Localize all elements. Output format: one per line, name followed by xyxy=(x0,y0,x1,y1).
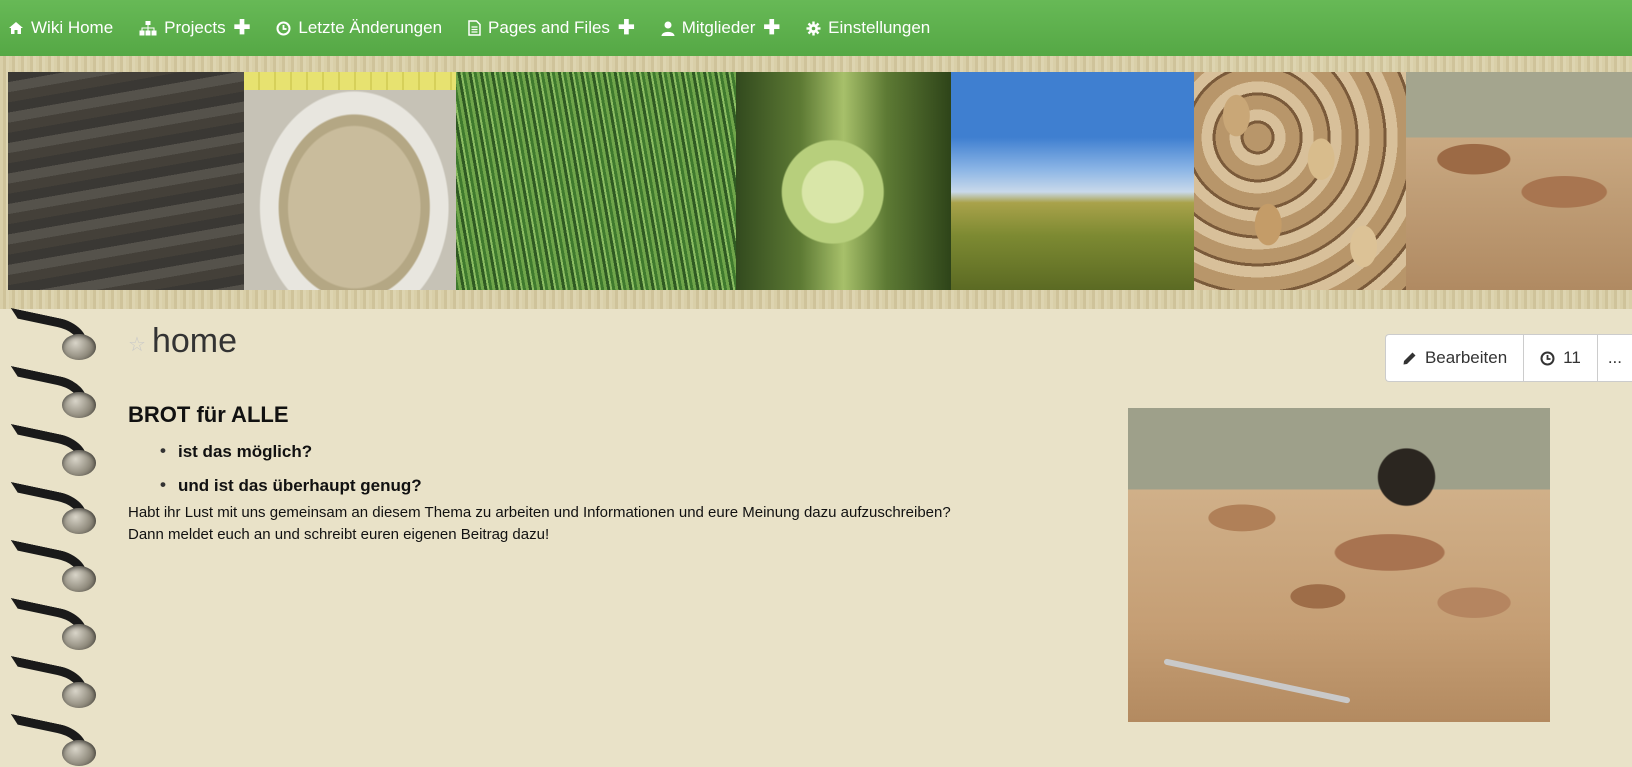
spiral-ring xyxy=(2,713,102,767)
spiral-ring xyxy=(2,307,102,368)
edit-button-label: Bearbeiten xyxy=(1424,348,1508,367)
home-icon xyxy=(8,21,24,35)
more-actions-button[interactable]: ... xyxy=(1598,335,1632,381)
banner-photo-wheat-ear xyxy=(736,72,951,290)
page-actions: Bearbeiten 11 ... xyxy=(1384,334,1632,382)
article-body: BROT für ALLE ist das möglich? und ist d… xyxy=(128,402,1028,546)
nav-settings[interactable]: Einstellungen xyxy=(806,18,930,38)
banner-photo-bread xyxy=(1406,72,1632,290)
nav-wiki-home-label: Wiki Home xyxy=(31,18,114,37)
nav-settings-label: Einstellungen xyxy=(828,18,931,37)
banner-photo-strip xyxy=(8,72,1632,290)
file-icon xyxy=(468,20,481,36)
list-item: und ist das überhaupt genug? xyxy=(158,475,1028,496)
article-paragraph-2: Dann meldet euch an und schreibt euren e… xyxy=(128,526,550,543)
clock-icon xyxy=(1540,351,1555,366)
add-project-plus-icon[interactable]: ✚ xyxy=(234,18,251,38)
spiral-ring xyxy=(2,539,102,600)
add-page-plus-icon[interactable]: ✚ xyxy=(618,18,635,38)
nav-pages-and-files[interactable]: Pages and Files ✚ xyxy=(468,18,635,38)
nav-members-label: Mitglieder xyxy=(681,18,756,37)
nav-wiki-home[interactable]: Wiki Home xyxy=(8,18,113,38)
spiral-binding xyxy=(0,300,110,767)
list-item: ist das möglich? xyxy=(158,441,1028,462)
nav-recent-changes[interactable]: Letzte Änderungen xyxy=(276,18,442,38)
add-member-plus-icon[interactable]: ✚ xyxy=(763,18,780,38)
spiral-ring xyxy=(2,365,102,426)
banner-photo-petri-dish xyxy=(244,72,456,290)
bread-photo xyxy=(1128,408,1550,722)
banner-photo-field-rows xyxy=(8,72,244,290)
nav-projects[interactable]: Projects ✚ xyxy=(139,18,250,38)
spiral-ring xyxy=(2,655,102,716)
user-icon xyxy=(661,21,675,36)
article-heading: BROT für ALLE xyxy=(128,402,289,427)
header-banner xyxy=(0,56,1632,309)
history-button[interactable]: 11 xyxy=(1524,335,1598,381)
favorite-star-icon[interactable]: ☆ xyxy=(128,332,146,357)
gear-icon xyxy=(806,21,821,36)
article-paragraph-1: Habt ihr Lust mit uns gemeinsam an diese… xyxy=(128,504,951,521)
nav-projects-label: Projects xyxy=(164,18,226,37)
banner-photo-seedlings xyxy=(456,72,736,290)
banner-photo-grains xyxy=(1194,72,1406,290)
spiral-ring xyxy=(2,481,102,542)
banner-photo-grain-field xyxy=(951,72,1194,290)
article-bullet-list: ist das möglich? und ist das überhaupt g… xyxy=(158,441,1028,496)
page-title: home xyxy=(151,321,237,360)
clock-icon xyxy=(276,21,291,36)
history-count: 11 xyxy=(1563,348,1581,367)
spiral-ring xyxy=(2,597,102,658)
spiral-ring xyxy=(2,423,102,484)
sitemap-icon xyxy=(139,20,157,36)
nav-members[interactable]: Mitglieder ✚ xyxy=(661,18,780,38)
pencil-icon xyxy=(1402,351,1417,366)
nav-recent-changes-label: Letzte Änderungen xyxy=(298,18,443,37)
nav-pages-and-files-label: Pages and Files xyxy=(488,18,610,37)
top-navigation: Wiki Home Projects ✚ Letzte Änderungen P… xyxy=(0,0,1632,56)
main-content: ☆ home Bearbeiten 11 ... BROT für ALLE i… xyxy=(128,318,1632,543)
edit-button[interactable]: Bearbeiten xyxy=(1386,335,1525,381)
